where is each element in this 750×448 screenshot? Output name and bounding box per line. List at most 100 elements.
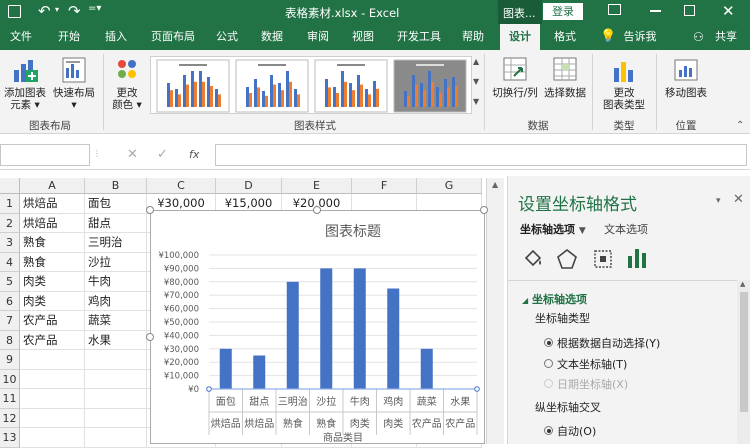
save-icon[interactable] [8,5,21,18]
add-chart-element-button[interactable]: 添加图表 元素 ▾ [2,56,48,111]
cell-A13[interactable] [20,428,85,448]
select-all-corner[interactable] [0,178,20,194]
row-header-13[interactable]: 13 [0,428,20,448]
customize-qat-icon[interactable]: =▾ [88,3,101,14]
tab-3[interactable]: 页面布局 [144,24,202,50]
column-header-D[interactable]: D [216,178,282,194]
tab-2[interactable]: 插入 [98,24,134,50]
tab-6[interactable]: 审阅 [300,24,336,50]
resize-handle[interactable] [146,206,154,214]
cell-A3[interactable]: 熟食 [20,233,85,253]
radio-auto-select[interactable]: 根据数据自动选择(Y) [544,335,660,351]
column-header-G[interactable]: G [417,178,482,194]
pane-scroll-thumb[interactable] [740,292,748,412]
chart-style-thumbnails[interactable] [151,57,473,115]
tab-7[interactable]: 视图 [345,24,381,50]
row-header-12[interactable]: 12 [0,408,20,428]
tab-5[interactable]: 数据 [254,24,290,50]
axis-selection-handle[interactable] [206,386,212,392]
maximize-icon[interactable] [684,5,695,16]
cell-B6[interactable]: 鸡肉 [85,291,147,311]
change-chart-type-button[interactable]: 更改 图表类型 [596,56,652,111]
cell-B5[interactable]: 牛肉 [85,272,147,292]
insert-function-icon[interactable]: fx [189,148,199,161]
enter-formula-icon[interactable]: ✓ [157,147,168,162]
cell-A5[interactable]: 肉类 [20,272,85,292]
cell-B7[interactable]: 蔬菜 [85,311,147,331]
bar-沙拉[interactable] [320,268,333,389]
row-header-5[interactable]: 5 [0,272,20,292]
bar-甜点[interactable] [253,355,266,390]
change-colors-button[interactable]: 更改 颜色 ▾ [108,56,146,111]
axis-selection-handle[interactable] [474,386,480,392]
ribbon-display-options-icon[interactable] [608,4,621,15]
login-button[interactable]: 登录 [543,3,583,20]
bar-牛肉[interactable] [353,268,366,389]
cancel-formula-icon[interactable]: ✕ [127,147,138,162]
name-box[interactable] [0,144,90,166]
resize-handle[interactable] [480,206,488,214]
undo-icon[interactable]: ↶ [38,2,51,20]
cell-B2[interactable]: 甜点 [85,213,147,233]
tab-10[interactable]: 设计 [500,24,540,50]
row-header-1[interactable]: 1 [0,194,20,214]
cell-B3[interactable]: 三明治 [85,233,147,253]
switch-row-column-button[interactable]: 切换行/列 [488,56,542,99]
scroll-up-icon[interactable]: ▲ [492,180,498,189]
cell-A2[interactable]: 烘焙品 [20,213,85,233]
row-header-7[interactable]: 7 [0,311,20,331]
move-chart-button[interactable]: 移动图表 [660,56,712,99]
tab-0[interactable]: 文件 [6,24,36,50]
quick-layout-button[interactable]: 快速布局 ▾ [50,56,98,111]
cell-A1[interactable]: 烘焙品 [20,194,85,214]
resize-handle[interactable] [313,206,321,214]
gallery-more-icon[interactable]: ▼ [473,97,479,106]
tab-12[interactable]: 告诉我 [620,24,660,50]
column-header-F[interactable]: F [352,178,417,194]
column-header-B[interactable]: B [85,178,147,194]
bar-蔬菜[interactable] [420,348,433,389]
cell-B10[interactable] [85,369,147,389]
bar-面包[interactable] [219,348,232,389]
cell-B13[interactable] [85,428,147,448]
chart-title[interactable]: 图表标题 [325,224,381,240]
axis-options-icon[interactable] [626,246,648,270]
size-properties-icon[interactable] [592,248,614,270]
chart-object[interactable]: 图表标题 ¥0 ¥10,000 ¥20,000 ¥30,000 ¥40,000 ¥50,00… [150,210,485,444]
fill-line-icon[interactable] [522,248,544,270]
column-header-E[interactable]: E [282,178,352,194]
pane-scrollbar[interactable]: ▲ [737,280,750,444]
resize-handle[interactable] [146,333,154,341]
chart-style-gallery[interactable] [150,56,472,114]
close-icon[interactable]: ✕ [722,2,735,20]
row-header-4[interactable]: 4 [0,252,20,272]
row-header-6[interactable]: 6 [0,291,20,311]
cell-A4[interactable]: 熟食 [20,252,85,272]
row-header-10[interactable]: 10 [0,369,20,389]
cell-B9[interactable] [85,350,147,370]
cell-B11[interactable] [85,389,147,409]
cell-A9[interactable] [20,350,85,370]
redo-icon[interactable]: ↷ [68,2,81,20]
radio-text-axis[interactable]: 文本坐标轴(T) [544,356,627,372]
undo-dropdown-icon[interactable]: ▾ [55,5,59,14]
cell-B1[interactable]: 面包 [85,194,147,214]
bar-鸡肉[interactable] [387,288,400,390]
column-header-C[interactable]: C [147,178,216,194]
tab-9[interactable]: 帮助 [455,24,491,50]
cell-A7[interactable]: 农产品 [20,311,85,331]
formula-input[interactable] [215,144,747,166]
row-header-8[interactable]: 8 [0,330,20,350]
cell-B12[interactable] [85,408,147,428]
gallery-scroll-down-icon[interactable]: ▼ [473,77,479,86]
cell-A10[interactable] [20,369,85,389]
gallery-scroll-up-icon[interactable]: ▲ [473,57,479,66]
row-header-9[interactable]: 9 [0,350,20,370]
pane-scroll-up-icon[interactable]: ▲ [740,280,745,288]
select-data-button[interactable]: 选择数据 [542,56,588,99]
tab-axis-options[interactable]: 坐标轴选项 ▼ [520,221,586,237]
collapse-ribbon-icon[interactable]: ⌃ [736,120,744,131]
tab-text-options[interactable]: 文本选项 [604,221,648,237]
pane-close-icon[interactable]: ✕ [733,192,744,207]
name-box-dropdown-icon[interactable]: ⋮ [93,149,101,158]
